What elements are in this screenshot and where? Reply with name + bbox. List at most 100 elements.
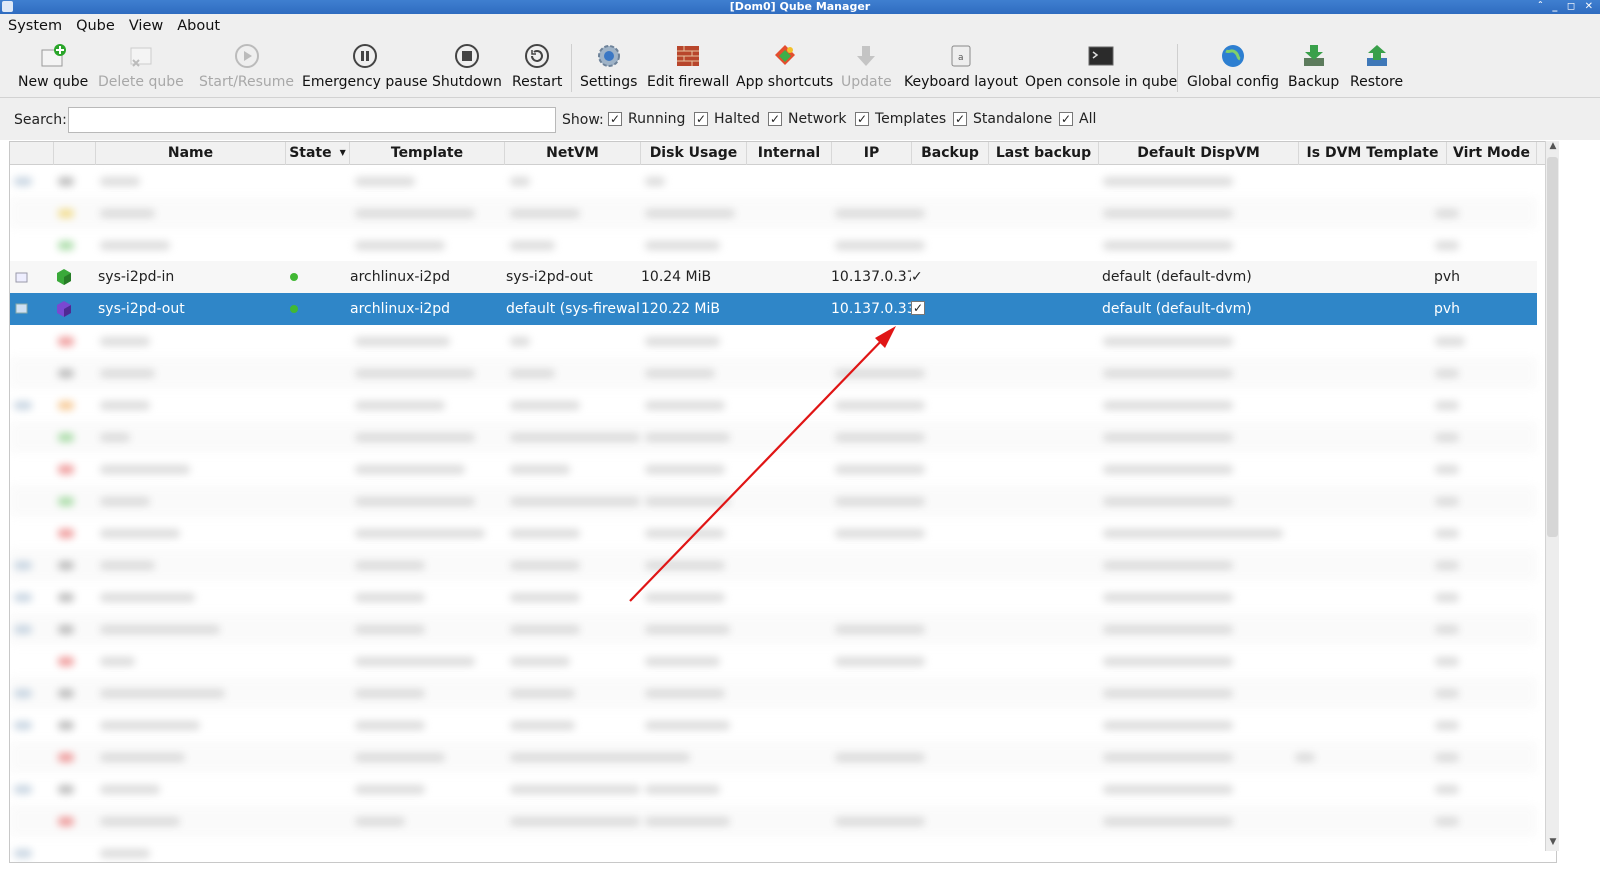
search-label: Search: xyxy=(14,112,67,128)
menu-qube[interactable]: Qube xyxy=(76,18,115,34)
filter-standalone-checkbox[interactable]: ✓ Standalone xyxy=(953,111,1052,127)
table-row[interactable] xyxy=(10,485,1537,517)
app-icon xyxy=(2,1,13,12)
search-input[interactable] xyxy=(68,107,556,133)
open-console-button[interactable]: Open console in qube xyxy=(1025,42,1177,96)
header-template[interactable]: Template xyxy=(350,142,505,165)
scroll-up-icon[interactable]: ▲ xyxy=(1546,141,1560,155)
table-row-sys-i2pd-in[interactable]: sys-i2pd-in archlinux-i2pd sys-i2pd-out … xyxy=(10,261,1537,293)
table-row[interactable] xyxy=(10,325,1537,357)
scroll-down-icon[interactable]: ▼ xyxy=(1546,837,1560,851)
search-row: Search: Show: ✓ Running ✓ Halted ✓ Network … xyxy=(0,98,1600,140)
backup-check-icon[interactable]: ✓ xyxy=(911,301,925,315)
new-qube-icon xyxy=(39,42,67,70)
keyboard-icon: a xyxy=(947,42,975,70)
table-row[interactable] xyxy=(10,453,1537,485)
check-icon: ✓ xyxy=(1059,112,1073,126)
filter-halted-checkbox[interactable]: ✓ Halted xyxy=(694,111,760,127)
menu-about[interactable]: About xyxy=(177,18,220,34)
qube-virt-mode: pvh xyxy=(1434,269,1461,285)
header-is-dvm-template[interactable]: Is DVM Template xyxy=(1299,142,1447,165)
table-row-sys-i2pd-out[interactable]: sys-i2pd-out archlinux-i2pd default (sys… xyxy=(10,293,1537,325)
start-resume-button[interactable]: Start/Resume xyxy=(199,42,294,96)
menu-bar: System Qube View About xyxy=(0,14,1600,38)
global-config-button[interactable]: Global config xyxy=(1187,42,1279,96)
table-row[interactable] xyxy=(10,517,1537,549)
qube-type-icon xyxy=(14,293,44,325)
header-name[interactable]: Name xyxy=(96,142,286,165)
qube-label-icon xyxy=(56,293,80,325)
header-label[interactable] xyxy=(54,142,96,165)
check-icon: ✓ xyxy=(608,112,622,126)
header-netvm[interactable]: NetVM xyxy=(505,142,641,165)
qube-netvm: sys-i2pd-out xyxy=(506,269,593,285)
update-button[interactable]: Update xyxy=(841,42,892,96)
restore-button[interactable]: Restore xyxy=(1350,42,1403,96)
filter-templates-checkbox[interactable]: ✓ Templates xyxy=(855,111,946,127)
emergency-pause-button[interactable]: Emergency pause xyxy=(302,42,428,96)
table-row[interactable] xyxy=(10,709,1537,741)
table-row[interactable] xyxy=(10,549,1537,581)
toolbar-separator xyxy=(571,44,572,92)
backup-check-icon[interactable]: ✓ xyxy=(911,261,931,293)
header-disk-usage[interactable]: Disk Usage xyxy=(641,142,747,165)
filter-all-checkbox[interactable]: ✓ All xyxy=(1059,111,1096,127)
table-row[interactable] xyxy=(10,389,1537,421)
menu-view[interactable]: View xyxy=(129,18,163,34)
header-last-backup[interactable]: Last backup xyxy=(989,142,1099,165)
header-ip[interactable]: IP xyxy=(832,142,912,165)
table-row[interactable] xyxy=(10,581,1537,613)
restore-icon xyxy=(1363,42,1391,70)
qube-template: archlinux-i2pd xyxy=(350,301,451,317)
header-virt-mode[interactable]: Virt Mode xyxy=(1447,142,1537,165)
table-row[interactable] xyxy=(10,805,1537,837)
table-row[interactable] xyxy=(10,421,1537,453)
table-row[interactable] xyxy=(10,613,1537,645)
qube-disk-usage: 120.22 MiB xyxy=(641,301,721,317)
shutdown-button[interactable]: Shutdown xyxy=(432,42,502,96)
header-default-dispvm[interactable]: Default DispVM xyxy=(1099,142,1299,165)
menu-system[interactable]: System xyxy=(8,18,62,34)
app-shortcuts-button[interactable]: App shortcuts xyxy=(736,42,833,96)
table-header: Name State ▼ Template NetVM Disk Usage In… xyxy=(10,142,1556,165)
table-row[interactable] xyxy=(10,197,1537,229)
filter-running-checkbox[interactable]: ✓ Running xyxy=(608,111,685,127)
backup-button[interactable]: Backup xyxy=(1288,42,1339,96)
qube-name: sys-i2pd-in xyxy=(98,269,175,285)
restart-button[interactable]: Restart xyxy=(512,42,562,96)
table-row[interactable] xyxy=(10,229,1537,261)
settings-button[interactable]: Settings xyxy=(580,42,637,96)
qube-table: Name State ▼ Template NetVM Disk Usage In… xyxy=(9,141,1557,863)
qube-default-dispvm: default (default-dvm) xyxy=(1102,269,1252,285)
update-icon xyxy=(852,42,880,70)
delete-qube-button[interactable]: Delete qube xyxy=(98,42,184,96)
header-backup[interactable]: Backup xyxy=(912,142,989,165)
qube-default-dispvm: default (default-dvm) xyxy=(1102,301,1252,317)
globe-icon xyxy=(1219,42,1247,70)
header-internal[interactable]: Internal xyxy=(747,142,832,165)
table-row[interactable] xyxy=(10,357,1537,389)
keyboard-layout-button[interactable]: a Keyboard layout xyxy=(904,42,1018,96)
table-row[interactable] xyxy=(10,645,1537,677)
scrollbar-thumb[interactable] xyxy=(1547,157,1558,537)
table-row[interactable] xyxy=(10,741,1537,773)
edit-firewall-button[interactable]: Edit firewall xyxy=(647,42,729,96)
console-icon xyxy=(1087,42,1115,70)
qube-netvm: default (sys-firewall) xyxy=(506,301,641,317)
svg-text:a: a xyxy=(958,53,964,63)
show-label: Show: xyxy=(562,112,604,128)
window-controls[interactable]: ˆ _ ◻ ✕ xyxy=(1538,0,1596,14)
toolbar: New qube Delete qube Start/Resume Emerge… xyxy=(0,38,1600,98)
new-qube-button[interactable]: New qube xyxy=(18,42,88,96)
filter-network-checkbox[interactable]: ✓ Network xyxy=(768,111,846,127)
table-row[interactable] xyxy=(10,677,1537,709)
qube-label-icon xyxy=(56,261,80,293)
table-row[interactable] xyxy=(10,165,1537,197)
window-title: [Dom0] Qube Manager xyxy=(729,0,871,13)
vertical-scrollbar[interactable]: ▲ ▼ xyxy=(1545,141,1559,851)
table-row[interactable] xyxy=(10,773,1537,805)
table-row[interactable] xyxy=(10,837,1537,862)
header-type[interactable] xyxy=(10,142,54,165)
header-state[interactable]: State ▼ xyxy=(286,142,350,165)
backup-icon xyxy=(1300,42,1328,70)
